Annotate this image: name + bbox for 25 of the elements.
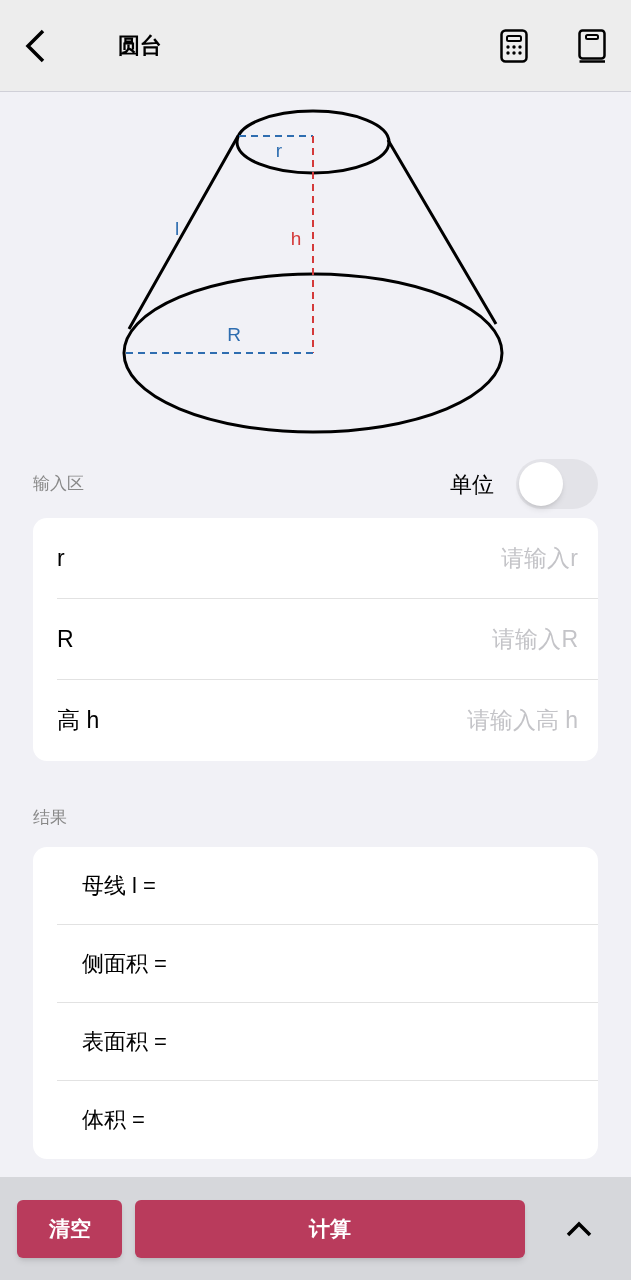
field-label: 高 h [57,706,100,736]
calculate-button[interactable]: 计算 [135,1199,525,1258]
dimension-label: R [227,324,241,345]
input-field[interactable]: 请输入高 h [278,703,578,738]
dimension-label: l [174,218,180,239]
book-icon[interactable] [578,28,606,63]
field-label: r [57,543,65,573]
section-label: 输入区 [33,473,84,496]
input-field[interactable]: 请输入r [278,540,578,576]
back-icon[interactable] [24,28,46,63]
unit-toggle[interactable] [516,459,598,509]
chevron-up-icon[interactable] [566,1220,592,1237]
dimension-label: r [275,140,283,161]
field-label: R [57,624,74,654]
result-label: 体积 = [82,1106,145,1134]
input-field[interactable]: 请输入R [278,621,578,657]
unit-label: 单位 [450,470,494,499]
dimension-label: h [290,228,302,249]
result-label: 母线 l = [82,871,156,900]
result-label: 表面积 = [82,1027,167,1056]
clear-button[interactable]: 清空 [17,1199,122,1258]
result-label: 侧面积 = [82,949,167,978]
section-label: 结果 [33,808,67,827]
calculator-icon[interactable] [500,28,528,63]
page-title: 圆台 [118,32,162,60]
